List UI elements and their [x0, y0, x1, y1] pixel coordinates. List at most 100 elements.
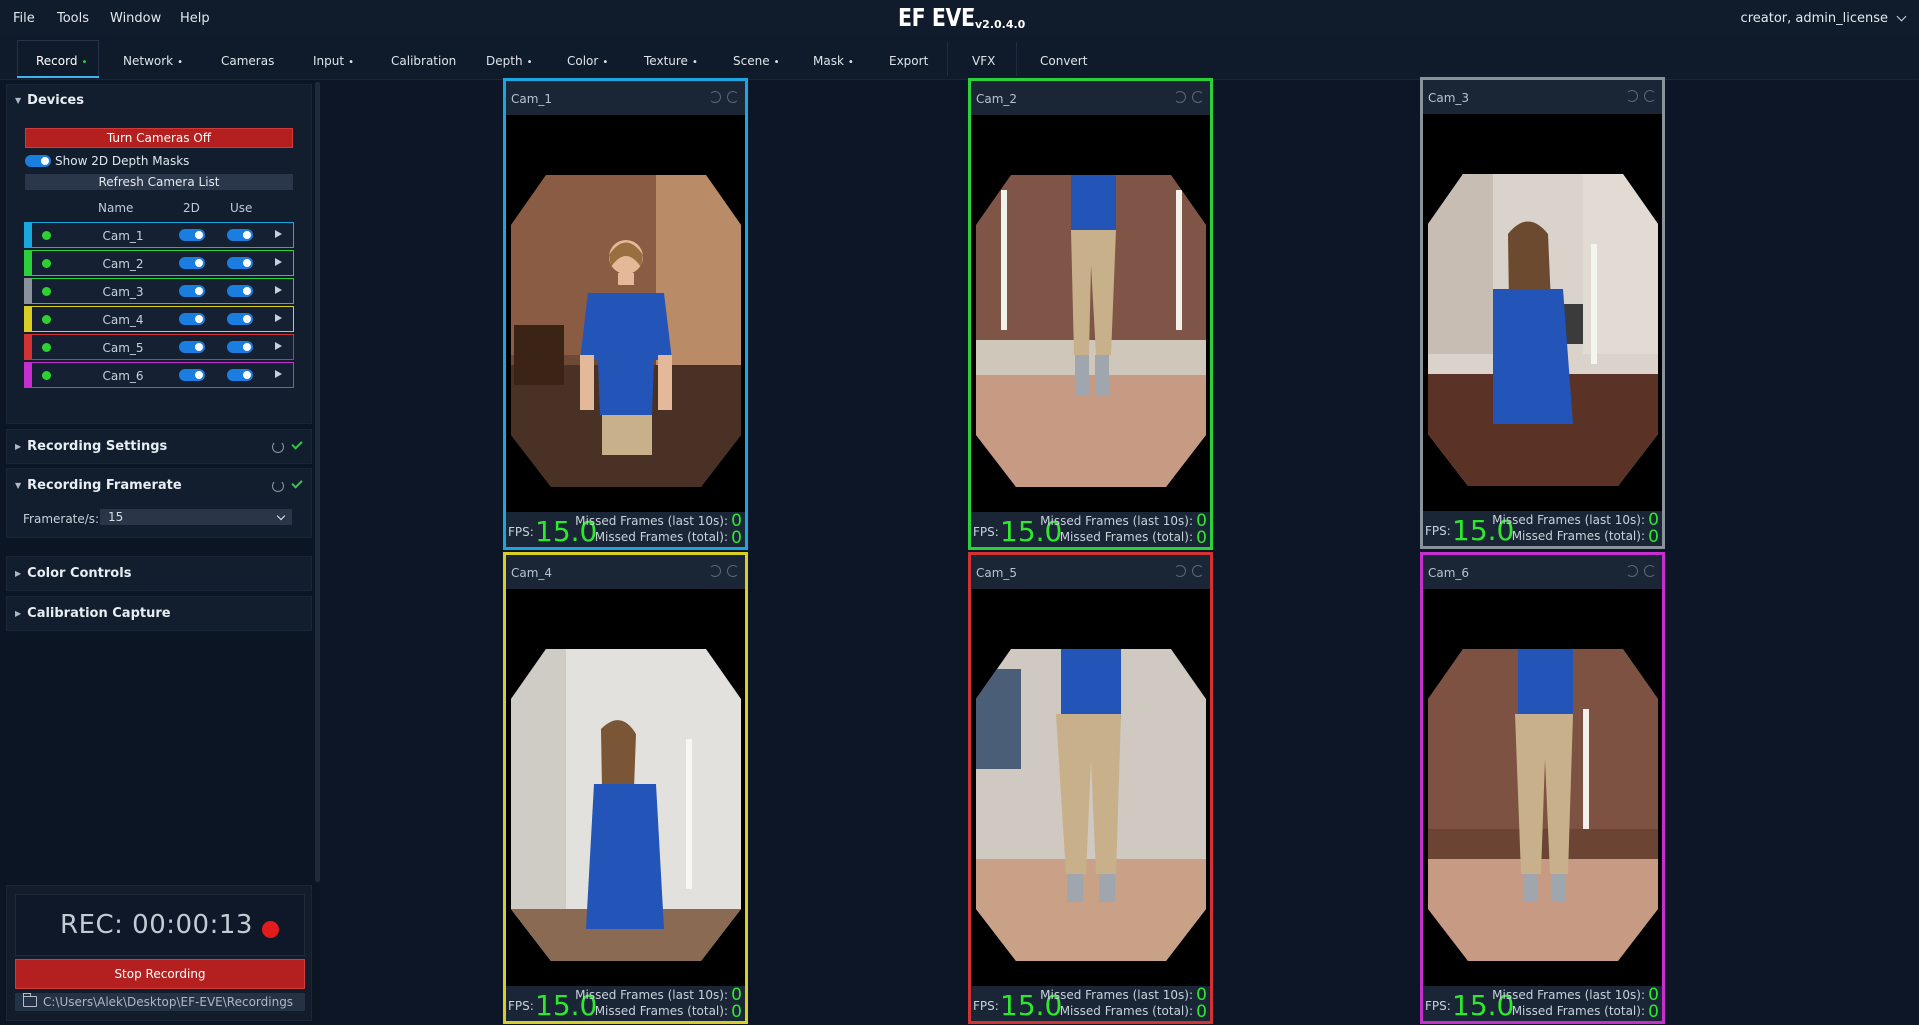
camera-view-cam-4[interactable]: Cam_4 FPS: 15.0 Missed Frames (last 10s)…: [503, 552, 748, 1024]
camera-2d-toggle[interactable]: [179, 285, 205, 297]
tab-cameras[interactable]: Cameras: [221, 54, 274, 68]
camera-row-cam-5[interactable]: Cam_5: [24, 334, 294, 360]
tab-texture[interactable]: Texture •: [644, 54, 698, 68]
play-icon[interactable]: [275, 370, 282, 378]
camera-use-toggle[interactable]: [227, 285, 253, 297]
camera-feed-image: [511, 649, 741, 961]
play-icon[interactable]: [275, 230, 282, 238]
tab-depth[interactable]: Depth •: [486, 54, 532, 68]
camera-use-toggle[interactable]: [227, 257, 253, 269]
tab-mask[interactable]: Mask •: [813, 54, 854, 68]
check-icon[interactable]: [291, 477, 303, 489]
reset-icon[interactable]: [272, 441, 284, 453]
play-icon[interactable]: [275, 342, 282, 350]
camera-row-cam-2[interactable]: Cam_2: [24, 250, 294, 276]
recording-settings-header[interactable]: ▶ Recording Settings: [15, 439, 167, 454]
camera-use-toggle[interactable]: [227, 229, 253, 241]
camera-row-cam-1[interactable]: Cam_1: [24, 222, 294, 248]
camera-view-cam-1[interactable]: Cam_1 FPS: 15.0 Missed Frames (last 10s)…: [503, 78, 748, 550]
camera-use-toggle[interactable]: [227, 341, 253, 353]
tab-separator: [947, 42, 948, 76]
show-depth-masks-toggle[interactable]: [25, 155, 51, 167]
camera-2d-toggle[interactable]: [179, 257, 205, 269]
camera-view-cam-3[interactable]: Cam_3 FPS: 15.0 Missed Frames (last 10s)…: [1420, 77, 1665, 549]
rotate-right-icon[interactable]: [727, 565, 739, 577]
user-menu[interactable]: creator, admin_license: [1741, 11, 1907, 26]
tab-scene[interactable]: Scene •: [733, 54, 780, 68]
tab-vfx[interactable]: VFX: [972, 54, 995, 68]
missed-total-label: Missed Frames (total):: [594, 530, 728, 544]
tab-label: Color: [567, 54, 599, 68]
tab-calibration[interactable]: Calibration: [391, 54, 456, 68]
stop-recording-button[interactable]: Stop Recording: [15, 959, 305, 989]
camera-row-cam-3[interactable]: Cam_3: [24, 278, 294, 304]
check-icon[interactable]: [291, 438, 303, 450]
menu-tools[interactable]: Tools: [57, 11, 89, 26]
camera-stats: FPS: 15.0 Missed Frames (last 10s): 0 Mi…: [506, 511, 745, 548]
recording-framerate-title: Recording Framerate: [27, 478, 182, 493]
recording-path[interactable]: C:\Users\Alek\Desktop\EF-EVE\Recordings: [15, 993, 305, 1011]
tab-export[interactable]: Export: [889, 54, 928, 68]
play-icon[interactable]: [275, 286, 282, 294]
chevron-down-icon: [1896, 11, 1907, 22]
rotate-left-icon[interactable]: [1174, 565, 1186, 577]
rotate-right-icon[interactable]: [1644, 90, 1656, 102]
tab-input[interactable]: Input •: [313, 54, 354, 68]
camera-stats: FPS: 15.0 Missed Frames (last 10s): 0 Mi…: [1423, 985, 1662, 1022]
rotate-right-icon[interactable]: [1192, 565, 1204, 577]
tab-record[interactable]: Record •: [36, 54, 87, 68]
camera-2d-toggle[interactable]: [179, 369, 205, 381]
play-icon[interactable]: [275, 314, 282, 322]
recording-framerate-header[interactable]: ▼ Recording Framerate: [15, 478, 182, 493]
rotate-left-icon[interactable]: [1626, 565, 1638, 577]
camera-use-toggle[interactable]: [227, 369, 253, 381]
tab-color[interactable]: Color •: [567, 54, 608, 68]
calibration-capture-header[interactable]: ▶ Calibration Capture: [15, 606, 171, 621]
devices-header[interactable]: ▼ Devices: [15, 93, 84, 108]
rotate-left-icon[interactable]: [1626, 90, 1638, 102]
camera-2d-toggle[interactable]: [179, 313, 205, 325]
play-icon[interactable]: [275, 258, 282, 266]
calibration-capture-section[interactable]: ▶ Calibration Capture: [6, 596, 312, 631]
tab-dot: •: [602, 57, 609, 68]
app-logo: EF EVE ™ v2.0.4.0: [898, 3, 1025, 32]
reset-icon[interactable]: [272, 480, 284, 492]
tab-dot: •: [526, 57, 533, 68]
rotate-right-icon[interactable]: [1644, 565, 1656, 577]
camera-2d-toggle[interactable]: [179, 229, 205, 241]
color-controls-header[interactable]: ▶ Color Controls: [15, 566, 131, 581]
missed-total-label: Missed Frames (total):: [1059, 530, 1193, 544]
refresh-camera-list-button[interactable]: Refresh Camera List: [25, 174, 293, 190]
menu-help[interactable]: Help: [180, 11, 210, 26]
missed-total-value: 0: [1196, 1002, 1207, 1022]
turn-cameras-off-button[interactable]: Turn Cameras Off: [25, 128, 293, 148]
recording-settings-section[interactable]: ▶ Recording Settings: [6, 429, 312, 464]
tab-network[interactable]: Network •: [123, 54, 183, 68]
missed-last-label: Missed Frames (last 10s):: [575, 514, 728, 528]
panel-scrollbar[interactable]: [315, 82, 320, 882]
camera-feed: [506, 589, 745, 986]
rotate-right-icon[interactable]: [727, 91, 739, 103]
rotate-left-icon[interactable]: [709, 565, 721, 577]
camera-view-cam-6[interactable]: Cam_6 FPS: 15.0 Missed Frames (last 10s)…: [1420, 552, 1665, 1024]
camera-2d-toggle[interactable]: [179, 341, 205, 353]
camera-color-swatch: [24, 278, 32, 304]
framerate-select[interactable]: 15: [100, 509, 292, 525]
rotate-left-icon[interactable]: [709, 91, 721, 103]
camera-view-cam-2[interactable]: Cam_2 FPS: 15.0 Missed Frames (last 10s)…: [968, 78, 1213, 550]
camera-row-cam-4[interactable]: Cam_4: [24, 306, 294, 332]
camera-feed: [971, 115, 1210, 512]
menu-file[interactable]: File: [13, 11, 35, 26]
menu-window[interactable]: Window: [110, 11, 161, 26]
rotate-left-icon[interactable]: [1174, 91, 1186, 103]
tab-convert[interactable]: Convert: [1040, 54, 1087, 68]
camera-row-cam-6[interactable]: Cam_6: [24, 362, 294, 388]
tab-label: Mask: [813, 54, 844, 68]
camera-use-toggle[interactable]: [227, 313, 253, 325]
col-name-header: Name: [98, 201, 134, 215]
camera-view-cam-5[interactable]: Cam_5 FPS: 15.0 Missed Frames (last 10s)…: [968, 552, 1213, 1024]
color-controls-section[interactable]: ▶ Color Controls: [6, 556, 312, 591]
folder-icon[interactable]: [23, 993, 37, 1007]
show-depth-masks-label: Show 2D Depth Masks: [55, 154, 190, 168]
rotate-right-icon[interactable]: [1192, 91, 1204, 103]
